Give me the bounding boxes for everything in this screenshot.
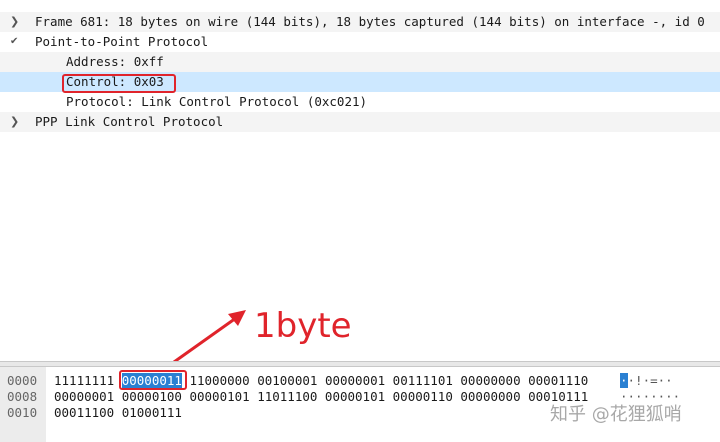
chevron-right-icon[interactable]: ❯ — [10, 12, 22, 32]
chevron-down-icon[interactable]: ✔ — [10, 32, 22, 52]
byte-highlight-box — [119, 370, 187, 390]
tree-row-frame-label: Frame 681: 18 bytes on wire (144 bits), … — [35, 14, 705, 29]
byte-offset: 0008 — [7, 389, 38, 404]
byte-bits[interactable]: 00000001 00000100 00000101 11011100 0000… — [54, 389, 588, 405]
selected-ascii[interactable]: · — [620, 373, 628, 388]
byte-ascii[interactable]: ··!·=·· — [620, 373, 673, 389]
packet-details-pane: ❯ Frame 681: 18 bytes on wire (144 bits)… — [0, 0, 720, 360]
bytes-row: 0000 11111111 00000011 11000000 00100001… — [0, 373, 720, 389]
chevron-right-icon[interactable]: ❯ — [10, 112, 22, 132]
byte-offset: 0000 — [7, 373, 38, 388]
byte-bits[interactable]: 00011100 01000111 — [54, 405, 182, 421]
tree-row-ppp[interactable]: ✔ Point-to-Point Protocol — [0, 32, 720, 52]
annotation-label: 1byte — [254, 306, 352, 346]
tree-row-protocol-label: Protocol: Link Control Protocol (0xc021) — [66, 94, 368, 109]
watermark: 知乎 @花狸狐哨 — [550, 404, 682, 425]
tree-row-frame[interactable]: ❯ Frame 681: 18 bytes on wire (144 bits)… — [0, 12, 720, 32]
tree-row-protocol[interactable]: Protocol: Link Control Protocol (0xc021) — [0, 92, 720, 112]
tree-row-address[interactable]: Address: 0xff — [0, 52, 720, 72]
byte-offset: 0010 — [7, 405, 38, 420]
control-highlight-box — [62, 74, 176, 93]
tree-row-lcp-label: PPP Link Control Protocol — [35, 114, 224, 129]
tree-row-lcp[interactable]: ❯ PPP Link Control Protocol — [0, 112, 720, 132]
tree-row-address-label: Address: 0xff — [66, 54, 164, 69]
tree-row-ppp-label: Point-to-Point Protocol — [35, 34, 209, 49]
